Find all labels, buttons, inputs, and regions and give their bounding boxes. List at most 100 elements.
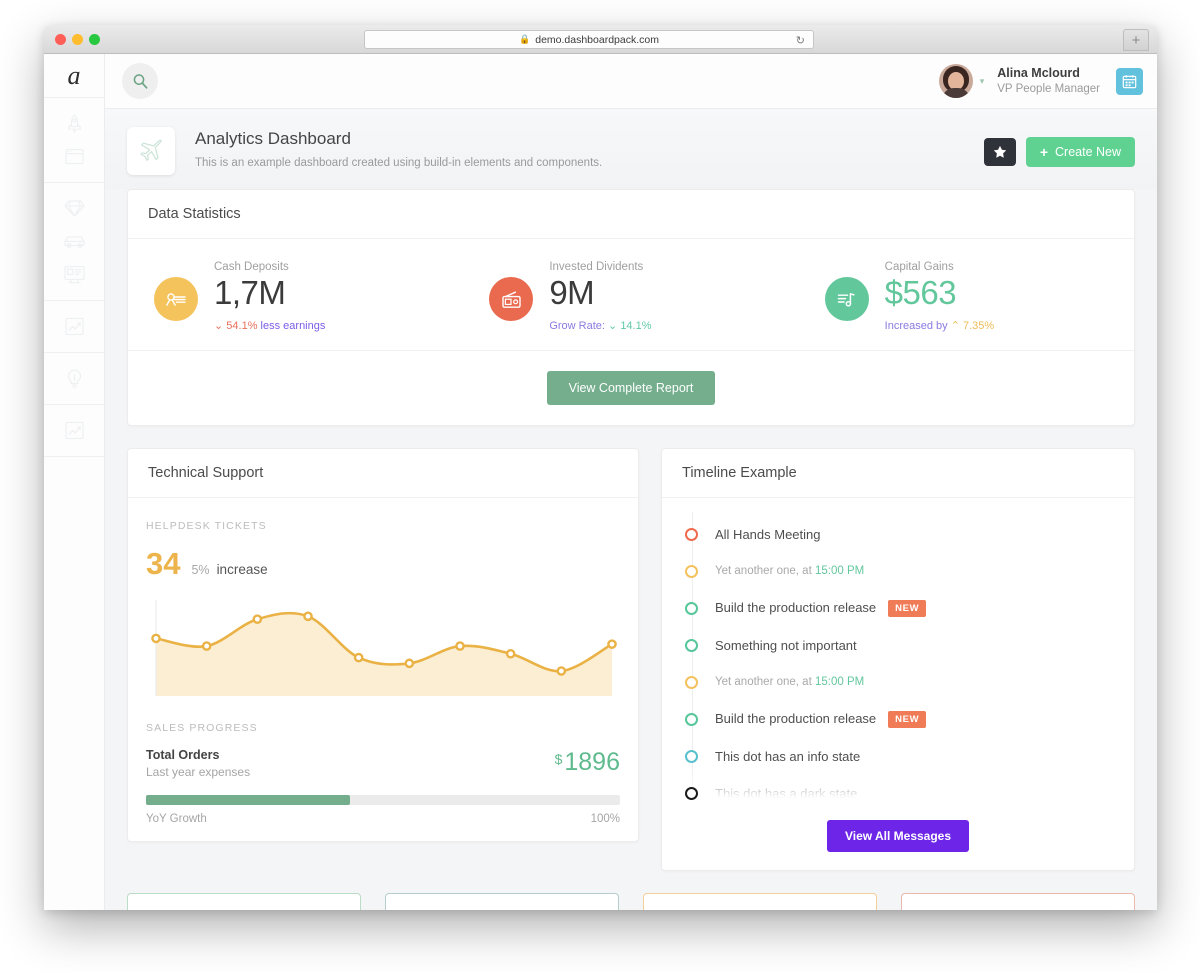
timeline-column: Timeline Example All Hands Meeting Yet an… — [661, 448, 1135, 871]
page-icon — [127, 127, 175, 175]
calendar-icon — [1122, 74, 1137, 89]
favorite-button[interactable] — [984, 138, 1016, 166]
stat-cash-deposits: Cash Deposits 1,7M ⌄ 54.1% less earnings — [128, 261, 463, 332]
timeline-item-time: 15:00 PM — [815, 565, 864, 577]
user-name: Alina Mclourd — [997, 65, 1100, 82]
search-button[interactable] — [122, 63, 158, 99]
view-complete-report-button[interactable]: View Complete Report — [547, 371, 716, 405]
two-column-row: Technical Support HELPDESK TICKETS 34 5%… — [127, 448, 1135, 871]
timeline-items: All Hands Meeting Yet another one, at 15:… — [662, 516, 1134, 810]
trend-prefix: Grow Rate: — [549, 320, 605, 332]
progress-left-label: YoY Growth — [146, 813, 207, 825]
timeline-item-label: All Hands Meeting — [715, 527, 821, 542]
url-text: demo.dashboardpack.com — [535, 34, 659, 46]
stat-label: Cash Deposits — [214, 261, 325, 273]
orders-title: Total Orders — [146, 748, 250, 762]
page-subtitle: This is an example dashboard created usi… — [195, 157, 602, 169]
sidebar-item-chart[interactable] — [44, 310, 104, 343]
chevron-down-icon[interactable]: ▾ — [980, 76, 985, 87]
timeline-item[interactable]: Something not important — [662, 627, 1134, 664]
sidebar-item-rocket[interactable] — [44, 107, 104, 140]
stat-label: Invested Dividents — [549, 261, 651, 273]
maximize-window-button[interactable] — [89, 34, 100, 45]
chart-point-0 — [152, 635, 159, 642]
topbar: ▾ Alina Mclourd VP People Manager — [105, 54, 1157, 109]
report-zone: View Complete Report — [128, 350, 1134, 425]
radio-icon — [501, 290, 522, 309]
stat-invested-dividents: Invested Dividents 9M Grow Rate: ⌄ 14.1% — [463, 261, 798, 332]
dashboard-body: Data Statistics — [105, 189, 1157, 910]
sidebar-item-chart-2[interactable] — [44, 414, 104, 447]
stat-value: 1,7M — [214, 274, 325, 313]
chart-point-4 — [355, 654, 362, 661]
timeline-item-label: Something not important — [715, 638, 857, 653]
stat-trend: Increased by ⌃ 7.35% — [885, 319, 995, 332]
mini-card[interactable]: $1286 — [643, 893, 877, 910]
stat-value: 9M — [549, 274, 651, 313]
timeline-axis — [692, 512, 693, 810]
ticket-count: 34 — [146, 546, 180, 582]
orders-value: 1896 — [564, 748, 620, 776]
calendar-button[interactable] — [1116, 68, 1143, 95]
mini-card[interactable]: $1283 — [385, 893, 619, 910]
helpdesk-section: HELPDESK TICKETS 34 5% increase — [128, 498, 638, 704]
star-icon — [993, 145, 1007, 159]
mini-card[interactable]: $874 — [127, 893, 361, 910]
sidebar-item-lightbulb[interactable] — [44, 362, 104, 395]
create-new-button[interactable]: + Create New — [1026, 137, 1135, 167]
close-window-button[interactable] — [55, 34, 66, 45]
mini-card[interactable]: $564 — [901, 893, 1135, 910]
main-content: Analytics Dashboard This is an example d… — [105, 109, 1157, 910]
sidebar-item-diamond[interactable] — [44, 192, 104, 225]
address-bar[interactable]: 🔒 demo.dashboardpack.com ↻ — [364, 30, 814, 49]
chart-point-8 — [558, 667, 565, 674]
reload-icon[interactable]: ↻ — [796, 34, 805, 47]
stat-capital-text: Capital Gains $563 Increased by ⌃ 7.35% — [885, 261, 995, 332]
lock-icon: 🔒 — [519, 34, 530, 45]
user-role: VP People Manager — [997, 82, 1100, 98]
timeline-item[interactable]: Build the production releaseNEW — [662, 701, 1134, 738]
notes-icon-wrap — [825, 277, 869, 321]
chart-point-7 — [507, 650, 514, 657]
diamond-icon — [64, 199, 85, 218]
chart-icon — [65, 317, 84, 336]
minimize-window-button[interactable] — [72, 34, 83, 45]
chart-point-6 — [456, 642, 463, 649]
timeline-title: Timeline Example — [662, 449, 1134, 498]
stat-trend: Grow Rate: ⌄ 14.1% — [549, 319, 651, 332]
timeline-item[interactable]: All Hands Meeting — [662, 516, 1134, 553]
stat-invested-text: Invested Dividents 9M Grow Rate: ⌄ 14.1% — [549, 261, 651, 332]
screenshot-root: 🔒 demo.dashboardpack.com ↻ + a — [0, 0, 1200, 972]
chart-point-2 — [254, 616, 261, 623]
timeline-item[interactable]: Yet another one, at 15:00 PM — [662, 553, 1134, 590]
brand-logo[interactable]: a — [44, 54, 104, 98]
sales-progress-section: SALES PROGRESS — [128, 704, 638, 734]
rocket-icon — [66, 114, 83, 133]
ticket-summary: 34 5% increase — [146, 546, 620, 582]
lightbulb-icon — [66, 369, 83, 389]
trend-prefix: Increased by — [885, 320, 948, 332]
ticket-percent: 5% — [191, 563, 209, 577]
data-statistics-card: Data Statistics — [127, 189, 1135, 426]
window-controls[interactable] — [55, 34, 100, 45]
radio-icon-wrap — [489, 277, 533, 321]
timeline-item[interactable]: Yet another one, at 15:00 PM — [662, 664, 1134, 701]
sidebar-item-car[interactable] — [44, 225, 104, 258]
timeline-item[interactable]: Build the production releaseNEW — [662, 590, 1134, 627]
sidebar-item-window[interactable] — [44, 140, 104, 173]
browser-titlebar: 🔒 demo.dashboardpack.com ↻ + — [44, 25, 1157, 54]
timeline-item-label: Build the production releaseNEW — [715, 711, 926, 728]
sidebar-item-presentation[interactable] — [44, 258, 104, 291]
timeline-list[interactable]: All Hands Meeting Yet another one, at 15:… — [662, 498, 1134, 810]
timeline-item-time: 15:00 PM — [815, 676, 864, 688]
sidebar-group-5 — [44, 405, 104, 457]
new-tab-button[interactable]: + — [1123, 29, 1149, 51]
user-menu[interactable]: ▾ Alina Mclourd VP People Manager — [939, 64, 1143, 98]
ticket-trend-word: increase — [217, 562, 268, 577]
timeline-card: Timeline Example All Hands Meeting Yet an… — [661, 448, 1135, 871]
sidebar-group-3 — [44, 301, 104, 353]
trend-text: less earnings — [261, 320, 326, 332]
trend-percent: 14.1% — [620, 320, 651, 332]
view-all-messages-button[interactable]: View All Messages — [827, 820, 969, 852]
page-title: Analytics Dashboard — [195, 129, 602, 149]
